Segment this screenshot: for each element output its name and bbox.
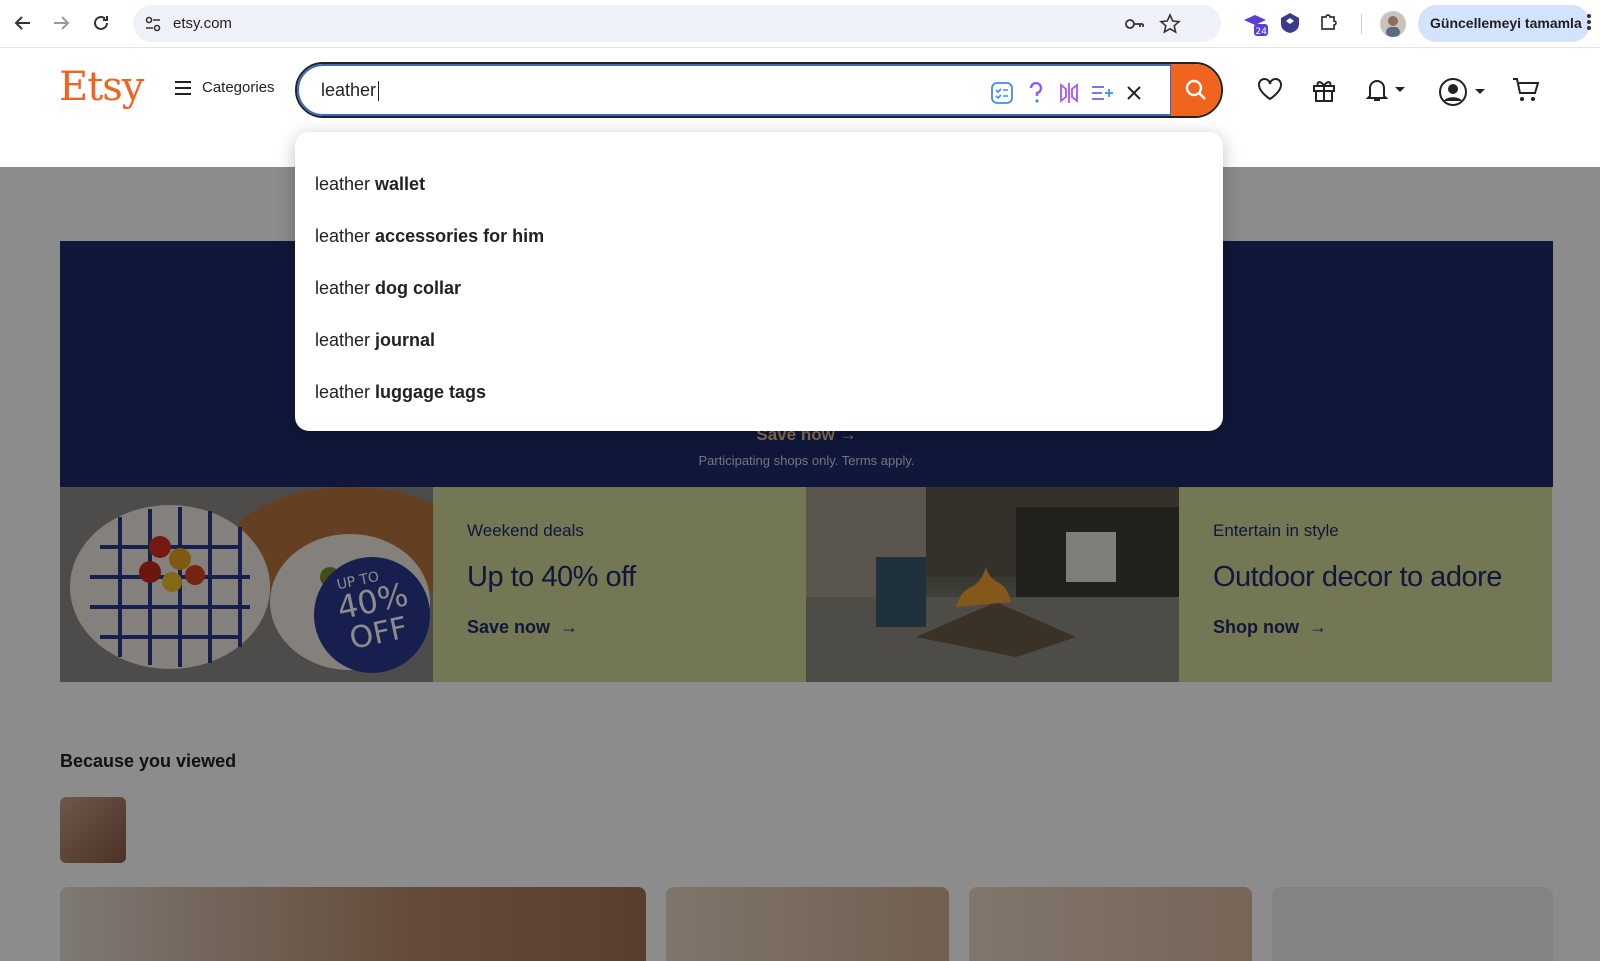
address-bar[interactable]: etsy.com <box>133 5 1221 42</box>
chevron-down-icon <box>1475 89 1485 94</box>
etsy-logo[interactable]: Etsy <box>59 64 144 110</box>
reload-icon[interactable] <box>88 10 114 36</box>
profile-avatar[interactable] <box>1380 11 1406 37</box>
extension-badge: 24 <box>1256 27 1268 37</box>
search-bar[interactable]: leather <box>295 62 1223 118</box>
suggestion-item[interactable]: leather accessories for him <box>295 210 1223 262</box>
question-ai-icon[interactable] <box>1023 80 1049 106</box>
user-avatar-icon <box>1439 78 1467 106</box>
chevron-down-icon <box>1395 87 1405 92</box>
suggestion-item[interactable]: leather luggage tags <box>295 366 1223 418</box>
cart-icon[interactable] <box>1512 77 1540 103</box>
update-button[interactable]: Güncellemeyi tamamla <box>1418 5 1590 42</box>
notifications-bell-icon[interactable] <box>1364 77 1406 103</box>
extension-shield-icon[interactable] <box>1278 11 1304 37</box>
extension-graduation-icon[interactable]: 24 <box>1242 11 1268 37</box>
search-icon <box>1185 79 1206 100</box>
url-text: etsy.com <box>173 15 232 32</box>
favorites-heart-icon[interactable] <box>1257 77 1283 101</box>
list-add-icon[interactable] <box>1089 80 1115 106</box>
gift-icon[interactable] <box>1311 77 1337 103</box>
search-suggestions: leather wallet leather accessories for him… <box>295 132 1223 431</box>
search-input-value: leather <box>321 80 377 100</box>
clear-search-icon[interactable] <box>1121 80 1147 106</box>
extensions-puzzle-icon[interactable] <box>1318 11 1344 37</box>
search-input[interactable]: leather <box>321 80 941 102</box>
forward-icon[interactable] <box>48 10 74 36</box>
checklist-icon[interactable] <box>989 80 1015 106</box>
browser-toolbar: etsy.com 24 Güncellemeyi tamamla <box>0 0 1600 48</box>
site-settings-icon[interactable] <box>143 14 163 39</box>
categories-button[interactable]: Categories <box>174 79 275 96</box>
compare-icon[interactable] <box>1056 80 1082 106</box>
text-caret <box>378 81 380 102</box>
hamburger-icon <box>175 80 191 95</box>
suggestion-item[interactable]: leather dog collar <box>295 262 1223 314</box>
bookmark-star-icon[interactable] <box>1159 13 1181 40</box>
search-input-focus-ring: leather <box>297 64 1172 116</box>
back-icon[interactable] <box>10 10 36 36</box>
search-button[interactable] <box>1171 64 1221 116</box>
suggestion-item[interactable]: leather journal <box>295 314 1223 366</box>
browser-menu-icon[interactable] <box>1586 12 1592 37</box>
password-key-icon[interactable] <box>1123 13 1145 40</box>
suggestion-item[interactable]: leather wallet <box>295 158 1223 210</box>
categories-label: Categories <box>202 79 275 96</box>
toolbar-divider <box>1361 14 1362 34</box>
account-menu[interactable] <box>1438 77 1486 107</box>
